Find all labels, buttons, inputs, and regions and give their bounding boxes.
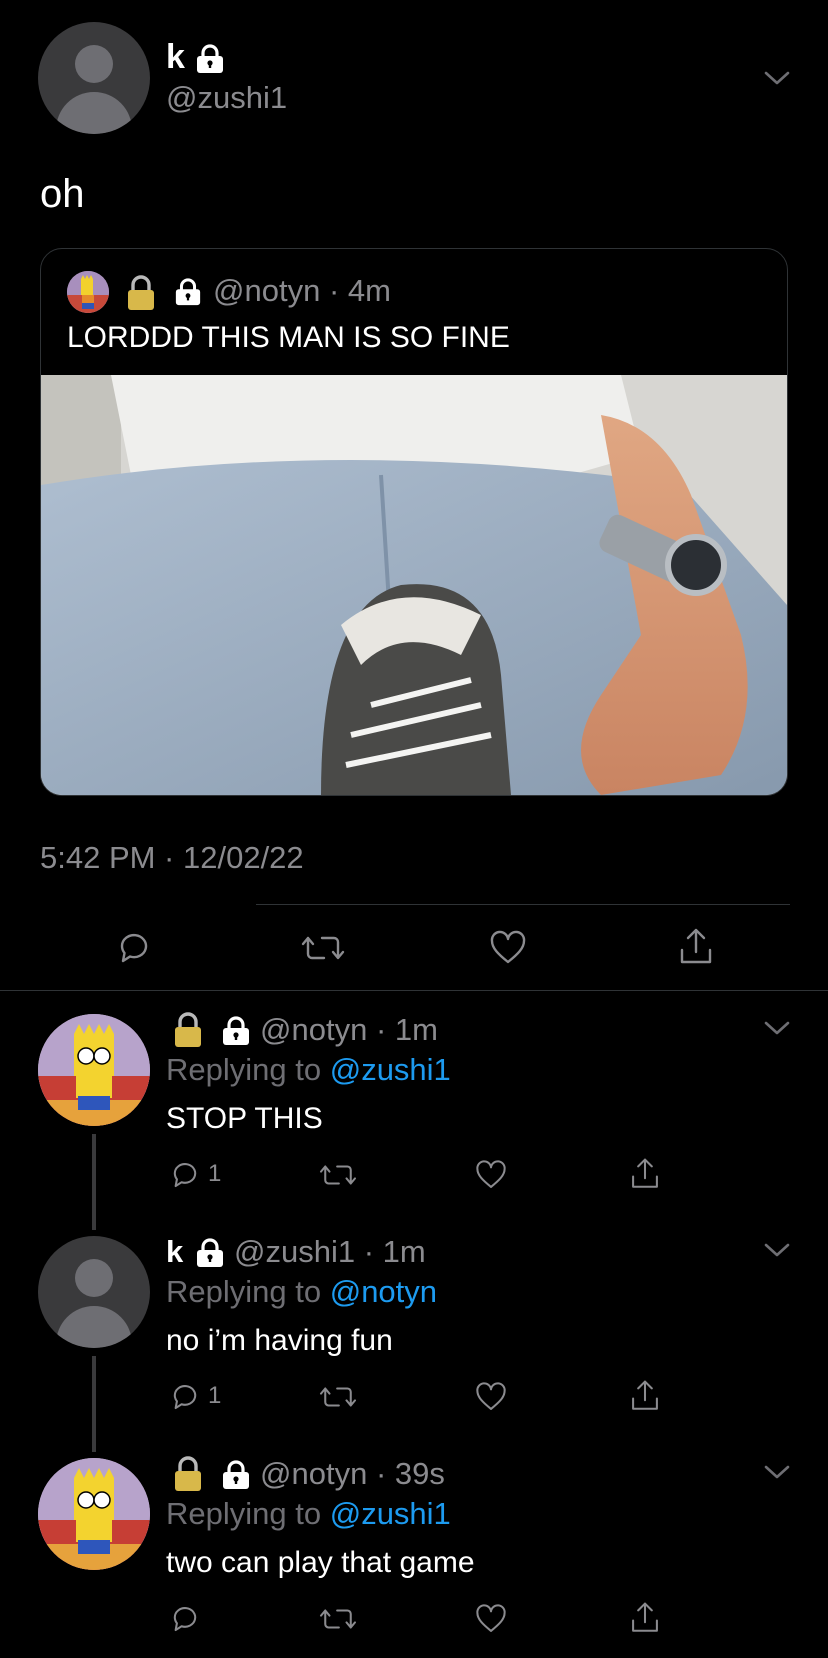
reply-count: 1 (208, 1382, 222, 1409)
like-icon[interactable] (474, 1158, 508, 1197)
tweet-age: 39s (394, 1456, 445, 1491)
lock-icon (220, 1016, 252, 1051)
avatar[interactable] (38, 1014, 150, 1126)
like-icon[interactable] (474, 1380, 508, 1419)
display-name[interactable]: k (166, 1234, 183, 1270)
quoted-tweet[interactable]: @notyn · 4m LORDDD THIS MAN IS SO FINE (40, 248, 788, 796)
reply-text: two can play that game (166, 1546, 475, 1579)
gold-padlock-icon (172, 1456, 204, 1497)
mention-link[interactable]: @notyn (330, 1274, 437, 1309)
separator-dot: · (363, 1234, 375, 1269)
tweet-timestamp: 5:42 PM · 12/02/22 (40, 840, 304, 875)
avatar (67, 271, 109, 313)
reply-actions (0, 1600, 828, 1644)
reply-meta: @zushi1 · 1m (234, 1234, 426, 1270)
reply-text: STOP THIS (166, 1102, 323, 1135)
reply-icon[interactable] (168, 1158, 202, 1197)
lock-icon (194, 1238, 226, 1273)
share-icon[interactable] (628, 1600, 662, 1641)
quoted-meta: @notyn · 4m (213, 273, 391, 309)
replying-prefix: Replying to (166, 1052, 322, 1087)
retweet-icon[interactable] (318, 1158, 358, 1197)
reply-actions: 1 (0, 1378, 828, 1422)
reply-icon[interactable] (168, 1380, 202, 1419)
reply-actions: 1 (0, 1156, 828, 1200)
retweet-icon[interactable] (318, 1380, 358, 1419)
tweet-age: 1m (382, 1234, 426, 1269)
display-name[interactable]: k (166, 38, 185, 77)
user-handle[interactable]: @zushi1 (234, 1234, 355, 1269)
quoted-text: LORDDD THIS MAN IS SO FINE (67, 321, 510, 354)
separator-dot: · (375, 1456, 387, 1491)
tweet-text: oh (40, 172, 85, 216)
separator-dot: · (375, 1012, 387, 1047)
chevron-down-icon[interactable] (762, 1240, 792, 1265)
divider (0, 990, 828, 991)
replying-to: Replying to @notyn (166, 1274, 437, 1310)
tweet-age: 1m (394, 1012, 438, 1047)
reply-meta: @notyn · 39s (260, 1456, 445, 1492)
tweet-actions (0, 920, 828, 972)
share-icon[interactable] (628, 1378, 662, 1419)
mention-link[interactable]: @zushi1 (330, 1496, 451, 1531)
reply-meta: @notyn · 1m (260, 1012, 438, 1048)
separator-dot: · (328, 273, 340, 308)
retweet-icon[interactable] (318, 1602, 358, 1641)
chevron-down-icon[interactable] (762, 1018, 792, 1043)
gold-padlock-icon (125, 275, 157, 316)
lock-icon (194, 44, 226, 79)
like-icon[interactable] (488, 928, 528, 973)
reply-icon[interactable] (114, 928, 154, 973)
chevron-down-icon[interactable] (762, 1462, 792, 1487)
user-handle[interactable]: @notyn (260, 1012, 367, 1047)
mention-link[interactable]: @zushi1 (330, 1052, 451, 1087)
chevron-down-icon[interactable] (762, 68, 792, 93)
reply-icon[interactable] (168, 1602, 202, 1641)
user-handle[interactable]: @zushi1 (166, 80, 287, 116)
user-handle[interactable]: @notyn (260, 1456, 367, 1491)
lock-icon (173, 278, 203, 311)
reply-count: 1 (208, 1160, 222, 1187)
reply-text: no i’m having fun (166, 1324, 393, 1357)
replying-prefix: Replying to (166, 1496, 322, 1531)
quoted-photo[interactable] (41, 375, 787, 795)
user-handle[interactable]: @notyn (213, 273, 320, 308)
replying-to: Replying to @zushi1 (166, 1052, 451, 1088)
replying-prefix: Replying to (166, 1274, 322, 1309)
retweet-icon[interactable] (300, 928, 346, 973)
lock-icon (220, 1460, 252, 1495)
avatar[interactable] (38, 1236, 150, 1348)
avatar[interactable] (38, 22, 150, 134)
replying-to: Replying to @zushi1 (166, 1496, 451, 1532)
share-icon[interactable] (676, 926, 716, 973)
avatar[interactable] (38, 1458, 150, 1570)
like-icon[interactable] (474, 1602, 508, 1641)
tweet-age: 4m (347, 273, 391, 308)
share-icon[interactable] (628, 1156, 662, 1197)
gold-padlock-icon (172, 1012, 204, 1053)
divider (256, 904, 790, 905)
